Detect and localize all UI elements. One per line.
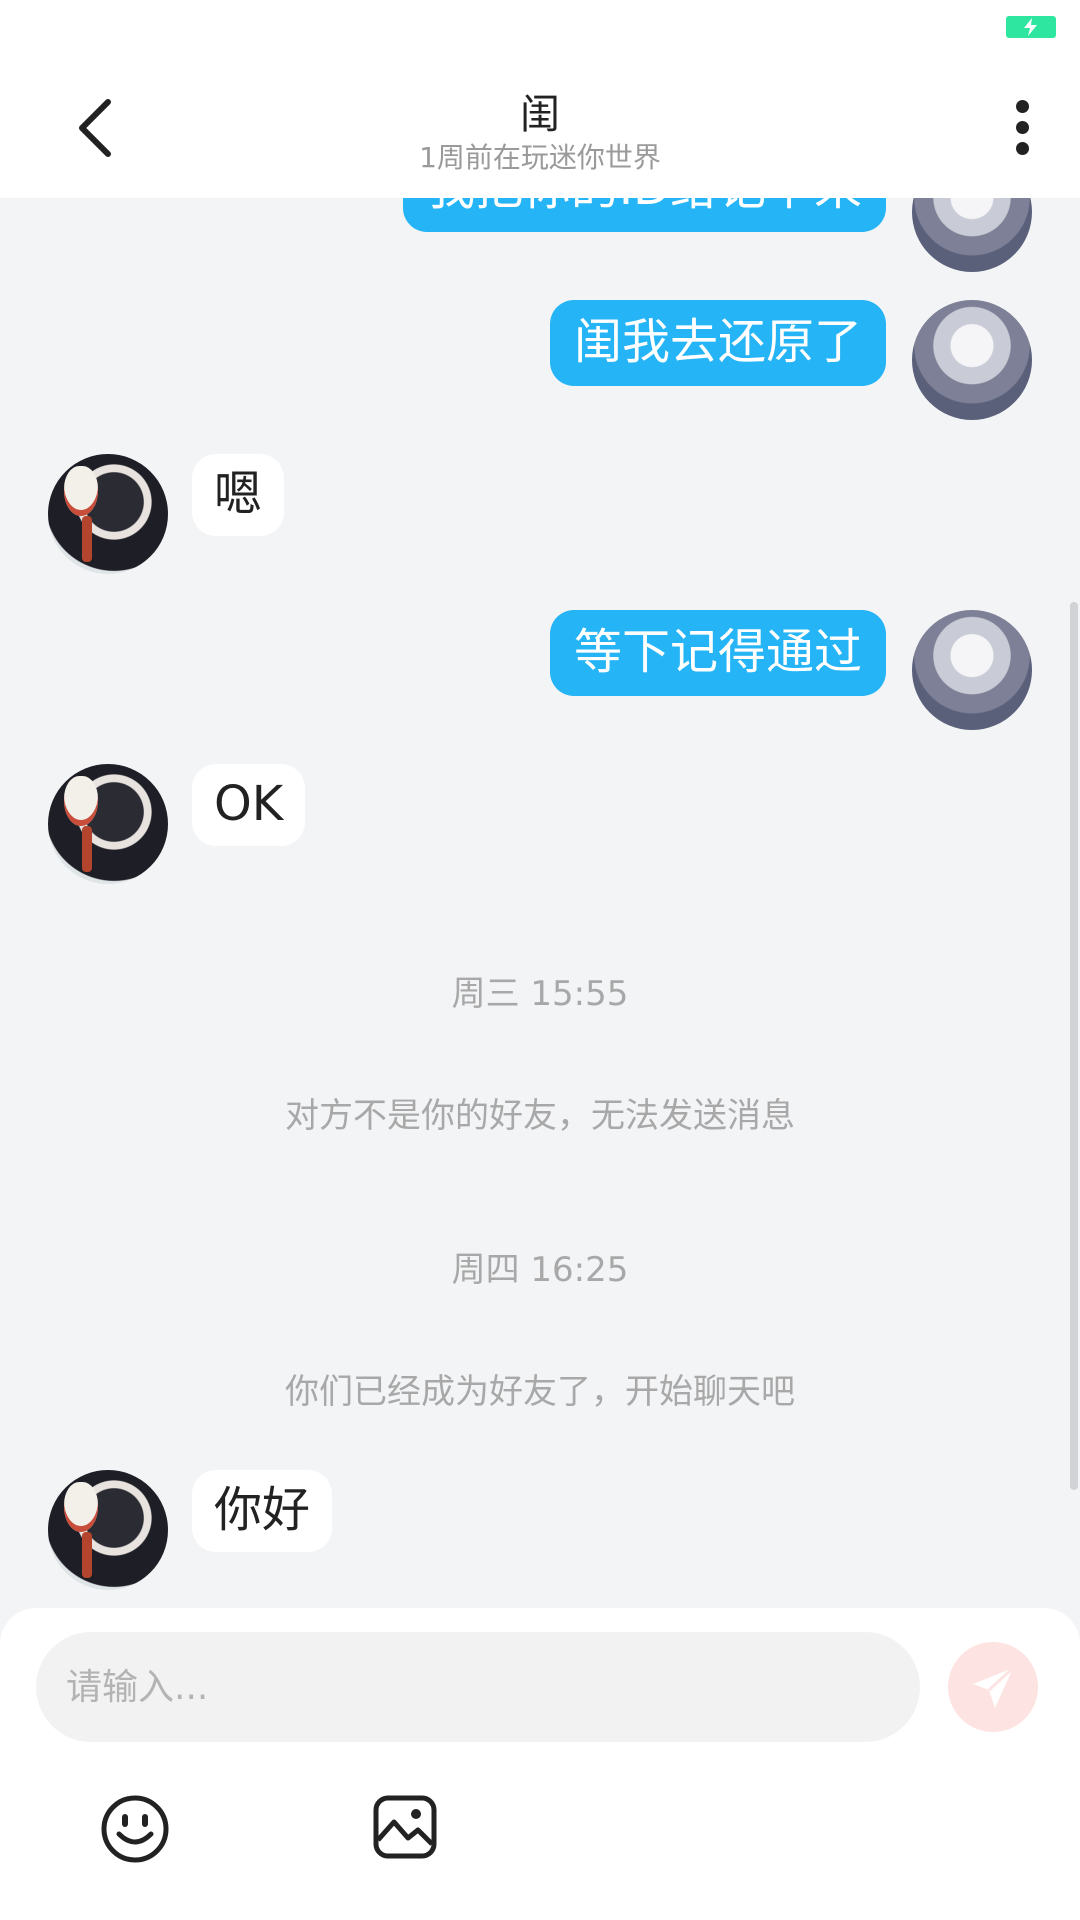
- smiley-icon: [101, 1795, 169, 1863]
- message-input[interactable]: [36, 1632, 920, 1742]
- message-bubble-received[interactable]: OK: [192, 764, 306, 846]
- more-options-button[interactable]: [1014, 100, 1030, 156]
- battery-charging-icon: [1006, 16, 1056, 38]
- chat-subtitle: 1周前在玩迷你世界: [419, 141, 661, 174]
- message-bubble-received[interactable]: 你好: [192, 1470, 333, 1552]
- my-avatar[interactable]: [912, 198, 1032, 272]
- contact-avatar[interactable]: [48, 454, 168, 574]
- chat-header: 闺 1周前在玩迷你世界: [0, 66, 1080, 198]
- send-button[interactable]: [948, 1642, 1038, 1732]
- system-notice: 你们已经成为好友了，开始聊天吧: [285, 1372, 795, 1412]
- more-vertical-icon: [1014, 100, 1030, 155]
- status-bar: [0, 0, 1080, 66]
- system-notice: 对方不是你的好友，无法发送消息: [285, 1096, 795, 1136]
- chat-title: 闺: [520, 92, 560, 138]
- my-avatar[interactable]: [912, 610, 1032, 730]
- input-panel: [0, 1608, 1080, 1920]
- emoji-button[interactable]: [100, 1794, 170, 1864]
- message-bubble-received[interactable]: 嗯: [192, 454, 285, 536]
- message-list[interactable]: 我把你的ID给记下来 闺我去还原了 嗯 等下记得通过 OK 周三 15:55 对…: [0, 198, 1080, 1608]
- message-bubble-sent[interactable]: 闺我去还原了: [549, 300, 886, 386]
- timestamp-label: 周三 15:55: [451, 974, 629, 1014]
- my-avatar[interactable]: [912, 300, 1032, 420]
- message-bubble-sent[interactable]: 等下记得通过: [549, 610, 886, 696]
- contact-avatar[interactable]: [48, 764, 168, 884]
- timestamp-label: 周四 16:25: [451, 1250, 629, 1290]
- message-bubble-sent[interactable]: 我把你的ID给记下来: [402, 198, 886, 232]
- paper-plane-icon: [973, 1666, 1015, 1708]
- scrollbar[interactable]: [1070, 602, 1078, 1490]
- image-icon: [373, 1795, 437, 1859]
- contact-avatar[interactable]: [48, 1470, 168, 1590]
- image-button[interactable]: [372, 1794, 438, 1860]
